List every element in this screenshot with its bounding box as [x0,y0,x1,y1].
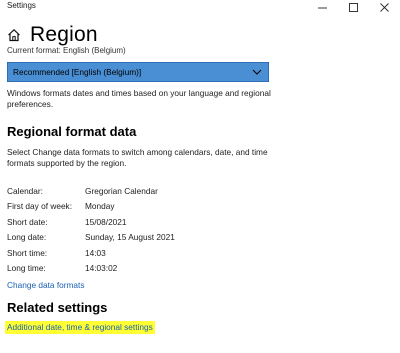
row-label: Short date: [7,216,48,227]
table-row: First day of week: Monday [7,199,175,215]
change-data-formats-link[interactable]: Change data formats [7,280,84,290]
row-value: Monday [85,201,115,212]
row-label: Long date: [7,232,47,243]
row-value: 15/08/2021 [85,216,127,227]
chevron-down-icon [252,67,262,79]
app-title: Settings [7,1,36,10]
format-description: Windows formats dates and times based on… [7,88,271,109]
row-label: Calendar: [7,185,43,196]
maximize-icon [349,2,358,12]
format-dropdown-value: Recommended [English (Belgium)] [13,67,142,77]
close-icon [380,2,389,12]
row-value: 14:03:02 [85,263,118,274]
regional-format-heading: Regional format data [7,124,137,139]
minimize-icon [318,7,327,8]
table-row: Calendar: Gregorian Calendar [7,183,175,199]
row-value: Gregorian Calendar [85,185,158,196]
row-label: First day of week: [7,201,73,212]
table-row: Short time: 14:03 [7,245,175,261]
additional-settings-link[interactable]: Additional date, time & regional setting… [5,321,155,334]
regional-format-description: Select Change data formats to switch amo… [7,147,268,168]
related-settings-heading: Related settings [7,300,108,315]
row-value: 14:03 [85,247,106,258]
close-button[interactable] [369,0,400,14]
format-data-table: Calendar: Gregorian Calendar First day o… [7,183,175,276]
minimize-button[interactable] [307,0,338,14]
window-controls [307,0,400,14]
current-format-label: Current format: English (Belgium) [7,46,126,55]
page-title: Region [30,23,98,46]
row-value: Sunday, 15 August 2021 [85,232,175,243]
table-row: Short date: 15/08/2021 [7,214,175,230]
table-row: Long time: 14:03:02 [7,261,175,277]
page-header: Region [7,22,98,48]
table-row: Long date: Sunday, 15 August 2021 [7,230,175,246]
maximize-button[interactable] [338,0,369,14]
row-label: Short time: [7,247,48,258]
format-dropdown[interactable]: Recommended [English (Belgium)] [7,62,269,82]
title-bar: Settings [0,0,400,14]
home-icon[interactable] [7,27,23,43]
row-label: Long time: [7,263,46,274]
